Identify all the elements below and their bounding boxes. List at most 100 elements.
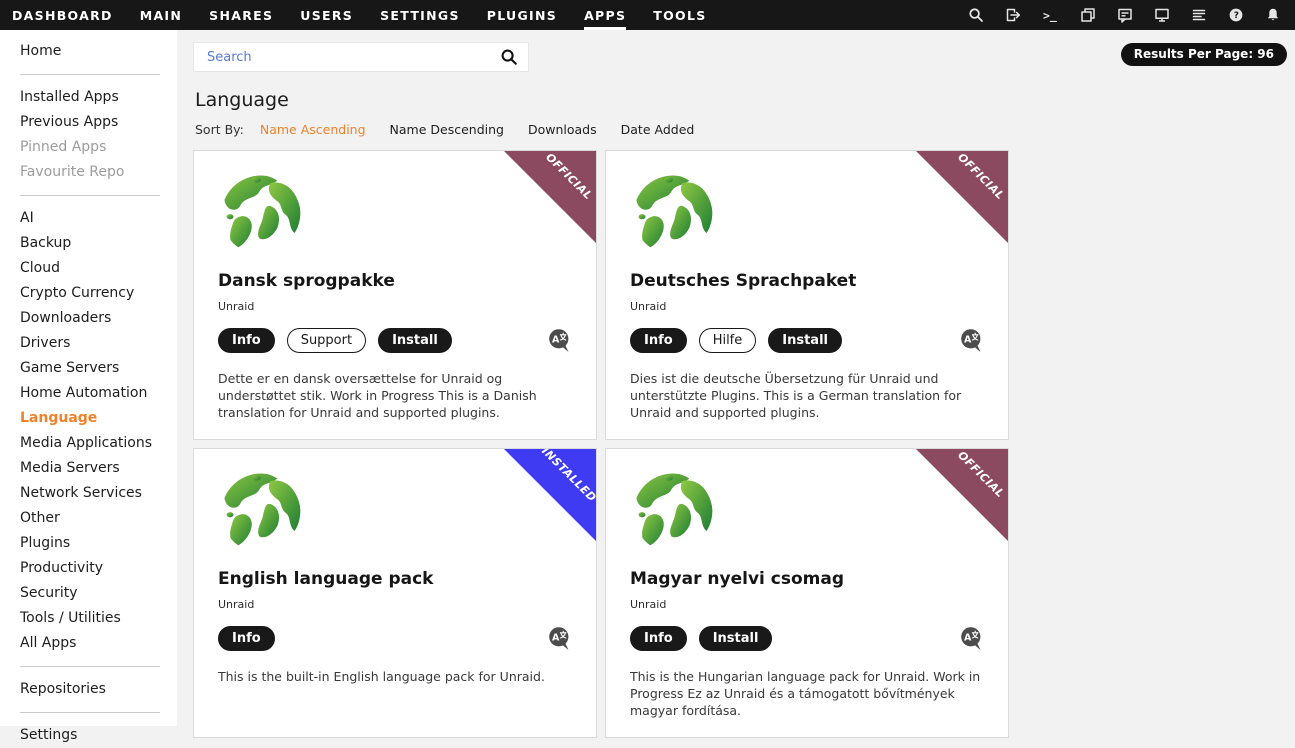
sidebar-item-security[interactable]: Security bbox=[0, 581, 177, 606]
top-nav-bar: DASHBOARD MAIN SHARES USERS SETTINGS PLUGINS A… bbox=[0, 0, 1295, 30]
sidebar-divider bbox=[20, 195, 160, 196]
nav-tab-settings[interactable]: SETTINGS bbox=[380, 0, 460, 30]
sidebar-item-productivity[interactable]: Productivity bbox=[0, 556, 177, 581]
content-area: Results Per Page: 96 Language Sort By: N… bbox=[177, 30, 1295, 726]
sidebar-item-crypto-currency[interactable]: Crypto Currency bbox=[0, 281, 177, 306]
sidebar-item-home[interactable]: Home bbox=[0, 39, 177, 64]
app-description: Dette er en dansk oversættelse for Unrai… bbox=[218, 370, 572, 421]
sidebar-item-media-servers[interactable]: Media Servers bbox=[0, 456, 177, 481]
app-author: Unraid bbox=[218, 300, 572, 313]
sidebar-item-other[interactable]: Other bbox=[0, 506, 177, 531]
page-title: Language bbox=[195, 89, 1287, 111]
sidebar-divider bbox=[20, 666, 160, 667]
copy-icon[interactable] bbox=[1080, 7, 1096, 23]
logs-icon[interactable] bbox=[1191, 7, 1207, 23]
sidebar-item-backup[interactable]: Backup bbox=[0, 231, 177, 256]
language-pack-icon bbox=[959, 328, 984, 353]
nav-tab-shares[interactable]: SHARES bbox=[209, 0, 273, 30]
nav-tab-apps[interactable]: APPS bbox=[584, 0, 626, 30]
nav-tab-plugins[interactable]: PLUGINS bbox=[487, 0, 557, 30]
svg-text:?: ? bbox=[1234, 11, 1239, 21]
sidebar-item-network-services[interactable]: Network Services bbox=[0, 481, 177, 506]
app-card-deutsches-sprachpaket: OFFICIALDeutsches SprachpaketUnraidInfoH… bbox=[605, 150, 1009, 440]
nav-tab-main[interactable]: MAIN bbox=[140, 0, 182, 30]
language-pack-icon bbox=[959, 626, 984, 651]
sidebar-item-previous-apps[interactable]: Previous Apps bbox=[0, 110, 177, 135]
svg-text:>_: >_ bbox=[1043, 9, 1057, 24]
hilfe-button[interactable]: Hilfe bbox=[699, 328, 757, 353]
globe-icon bbox=[218, 172, 304, 258]
feedback-icon[interactable] bbox=[1117, 7, 1133, 23]
info-button[interactable]: Info bbox=[218, 626, 275, 651]
nav-icon-tray: >_ ? bbox=[968, 0, 1281, 30]
search-box bbox=[193, 42, 529, 72]
sidebar: Home Installed AppsPrevious AppsPinned Ap… bbox=[0, 30, 177, 726]
sort-bar: Sort By: Name Ascending Name Descending Do… bbox=[195, 122, 1287, 137]
app-title: Deutsches Sprachpaket bbox=[630, 271, 984, 291]
sidebar-item-downloaders[interactable]: Downloaders bbox=[0, 306, 177, 331]
card-actions: Info Support Install bbox=[218, 328, 572, 353]
app-card-grid: OFFICIALDansk sprogpakkeUnraidInfoSuppor… bbox=[193, 150, 1287, 738]
sidebar-item-favourite-repo: Favourite Repo bbox=[0, 160, 177, 185]
sidebar-item-ai[interactable]: AI bbox=[0, 206, 177, 231]
install-button[interactable]: Install bbox=[378, 328, 452, 353]
sidebar-item-drivers[interactable]: Drivers bbox=[0, 331, 177, 356]
sidebar-item-home-automation[interactable]: Home Automation bbox=[0, 381, 177, 406]
sort-options: Name Ascending Name Descending Downloads Da… bbox=[260, 122, 718, 137]
sidebar-item-settings[interactable]: Settings bbox=[0, 723, 177, 748]
nav-tab-users[interactable]: USERS bbox=[300, 0, 353, 30]
search-input[interactable] bbox=[205, 49, 500, 66]
results-per-page-badge[interactable]: Results Per Page: 96 bbox=[1121, 43, 1287, 66]
globe-icon bbox=[630, 470, 716, 556]
app-card-english-language-pack: INSTALLEDEnglish language packUnraidInfo… bbox=[193, 448, 597, 738]
language-pack-icon bbox=[547, 328, 572, 353]
install-button[interactable]: Install bbox=[768, 328, 842, 353]
card-actions: Info bbox=[218, 626, 572, 651]
search-icon[interactable] bbox=[968, 7, 984, 23]
globe-icon bbox=[218, 470, 304, 556]
app-author: Unraid bbox=[630, 300, 984, 313]
sidebar-item-installed-apps[interactable]: Installed Apps bbox=[0, 85, 177, 110]
sort-option-downloads[interactable]: Downloads bbox=[528, 122, 597, 137]
search-submit-icon[interactable] bbox=[500, 48, 518, 66]
info-button[interactable]: Info bbox=[630, 328, 687, 353]
sidebar-divider bbox=[20, 712, 160, 713]
app-title: Dansk sprogpakke bbox=[218, 271, 572, 291]
app-title: English language pack bbox=[218, 569, 572, 589]
logout-icon[interactable] bbox=[1005, 7, 1021, 23]
sidebar-item-tools-utilities[interactable]: Tools / Utilities bbox=[0, 606, 177, 631]
sidebar-item-repositories[interactable]: Repositories bbox=[0, 677, 177, 702]
help-icon[interactable]: ? bbox=[1228, 7, 1244, 23]
sort-by-label: Sort By: bbox=[195, 122, 244, 137]
info-button[interactable]: Info bbox=[630, 626, 687, 651]
nav-tab-tools[interactable]: TOOLS bbox=[653, 0, 706, 30]
terminal-icon[interactable]: >_ bbox=[1042, 7, 1059, 23]
app-card-dansk-sprogpakke: OFFICIALDansk sprogpakkeUnraidInfoSuppor… bbox=[193, 150, 597, 440]
card-actions: Info Install bbox=[630, 626, 984, 651]
install-button[interactable]: Install bbox=[699, 626, 773, 651]
sort-option-name-descending[interactable]: Name Descending bbox=[390, 122, 504, 137]
sidebar-item-pinned-apps: Pinned Apps bbox=[0, 135, 177, 160]
info-button[interactable]: Info bbox=[218, 328, 275, 353]
app-description: This is the Hungarian language pack for … bbox=[630, 668, 984, 719]
globe-icon bbox=[630, 172, 716, 258]
sidebar-item-plugins[interactable]: Plugins bbox=[0, 531, 177, 556]
app-description: Dies ist die deutsche Übersetzung für Un… bbox=[630, 370, 984, 421]
notifications-icon[interactable] bbox=[1265, 7, 1281, 23]
sidebar-divider bbox=[20, 74, 160, 75]
app-title: Magyar nyelvi csomag bbox=[630, 569, 984, 589]
app-author: Unraid bbox=[630, 598, 984, 611]
app-author: Unraid bbox=[218, 598, 572, 611]
card-actions: Info Hilfe Install bbox=[630, 328, 984, 353]
nav-tab-dashboard[interactable]: DASHBOARD bbox=[12, 0, 113, 30]
sidebar-item-game-servers[interactable]: Game Servers bbox=[0, 356, 177, 381]
sidebar-item-cloud[interactable]: Cloud bbox=[0, 256, 177, 281]
sort-option-name-ascending[interactable]: Name Ascending bbox=[260, 122, 366, 137]
sidebar-item-language[interactable]: Language bbox=[0, 406, 177, 431]
sidebar-item-all-apps[interactable]: All Apps bbox=[0, 631, 177, 656]
sidebar-item-media-applications[interactable]: Media Applications bbox=[0, 431, 177, 456]
sort-option-date-added[interactable]: Date Added bbox=[621, 122, 695, 137]
main-menu: DASHBOARD MAIN SHARES USERS SETTINGS PLUGINS A… bbox=[12, 0, 707, 30]
support-button[interactable]: Support bbox=[287, 328, 366, 353]
display-icon[interactable] bbox=[1154, 7, 1170, 23]
